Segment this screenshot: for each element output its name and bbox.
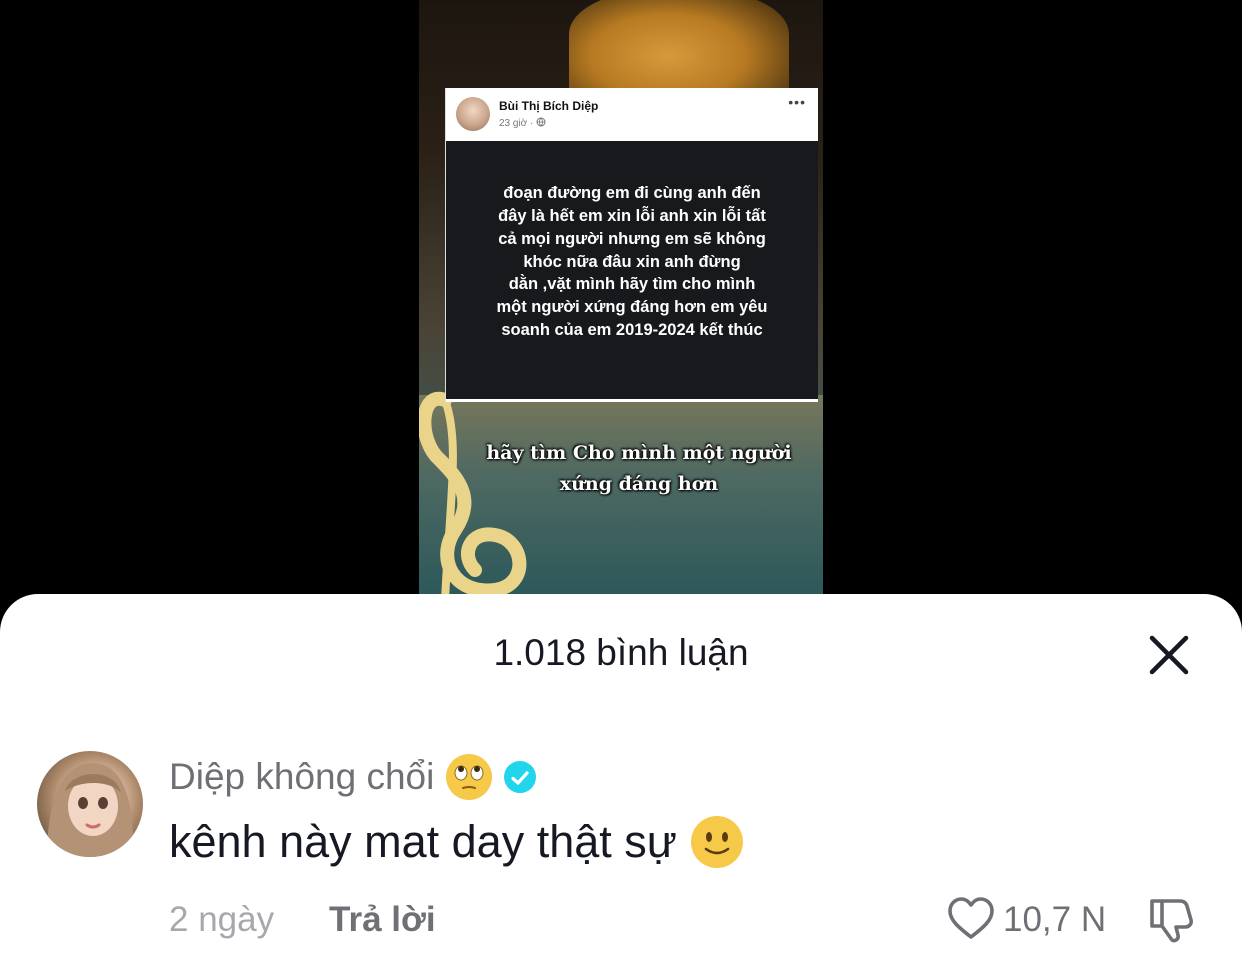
reply-button[interactable]: Trả lời — [329, 900, 436, 940]
avatar-portrait — [47, 763, 134, 857]
heart-icon[interactable] — [946, 894, 996, 944]
comment-author-avatar[interactable] — [37, 751, 143, 857]
facebook-post-card: Bùi Thị Bích Diệp 23 giờ · ••• đoạn đườn… — [445, 88, 818, 402]
comment-author-name: Diệp không chổi — [169, 756, 435, 797]
comment-author[interactable]: Diệp không chổi — [169, 754, 537, 800]
post-author-avatar — [456, 97, 490, 131]
eye-roll-emoji-icon — [446, 754, 493, 800]
post-body: đoạn đường em đi cùng anh đến đây là hết… — [446, 141, 818, 399]
close-icon[interactable] — [1146, 632, 1192, 678]
slight-smile-emoji-icon — [690, 816, 743, 868]
post-menu-icon: ••• — [788, 94, 806, 110]
comment-body: kênh này mat day thật sự — [169, 816, 677, 867]
comments-count-title: 1.018 bình luận — [493, 632, 749, 673]
post-text: đoạn đường em đi cùng anh đến đây là hết… — [496, 184, 768, 339]
person-jacket — [569, 0, 789, 100]
post-time: 23 giờ · — [499, 117, 546, 129]
post-header: Bùi Thị Bích Diệp 23 giờ · ••• — [446, 88, 818, 140]
video-player[interactable]: Bùi Thị Bích Diệp 23 giờ · ••• đoạn đườn… — [419, 0, 823, 600]
video-caption: hãy tìm Cho mình một người xứng đáng hơn — [486, 442, 792, 495]
comment-text: kênh này mat day thật sự — [169, 816, 743, 868]
thumbs-down-icon[interactable] — [1146, 894, 1196, 944]
post-time-text: 23 giờ · — [499, 118, 534, 129]
comments-sheet: 1.018 bình luận Diệp không chổi kênh này… — [0, 594, 1242, 965]
like-count: 10,7 N — [1003, 900, 1107, 939]
globe-icon — [536, 117, 546, 127]
comment-date: 2 ngày — [169, 900, 275, 939]
verified-badge-icon — [504, 761, 537, 793]
post-author-name: Bùi Thị Bích Diệp — [499, 99, 599, 113]
